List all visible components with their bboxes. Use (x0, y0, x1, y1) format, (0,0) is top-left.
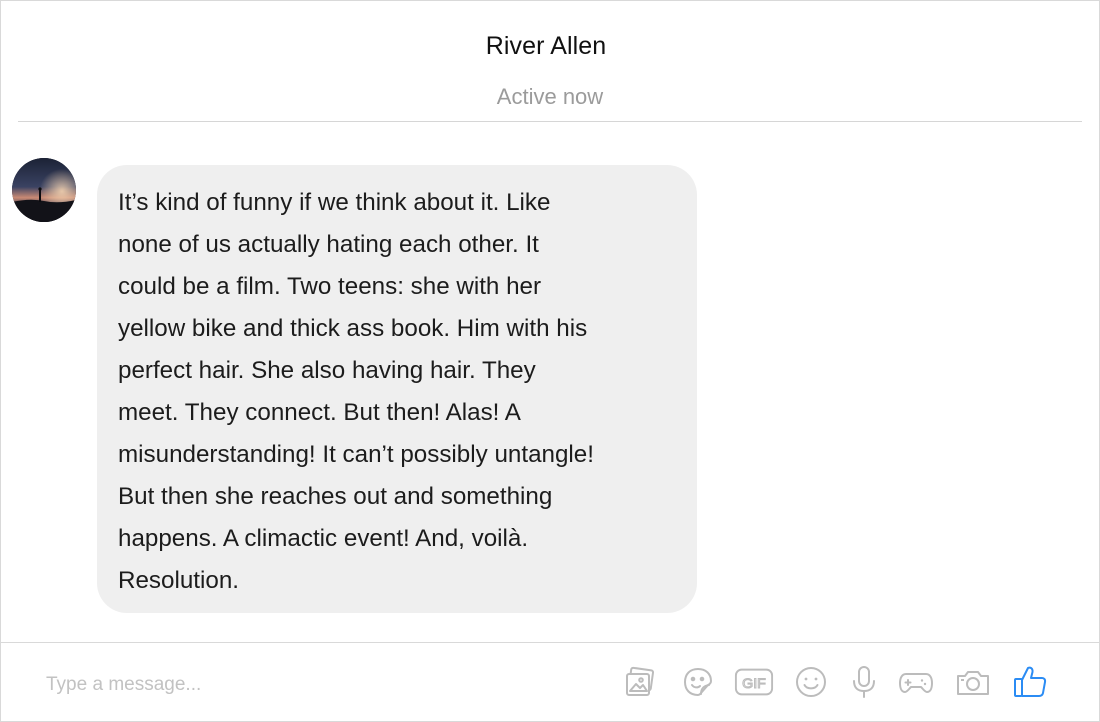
camera-icon (957, 671, 989, 695)
gif-icon: GIF (734, 668, 774, 696)
voice-button[interactable] (844, 662, 884, 702)
emoji-icon (796, 667, 826, 697)
sticker-button[interactable] (678, 662, 718, 702)
camera-button[interactable] (953, 662, 993, 702)
chat-header: River Allen Active now (18, 1, 1082, 122)
chat-window: River Allen Active now It’s kind of funn… (0, 0, 1100, 722)
message-composer: GIF (1, 642, 1099, 722)
microphone-icon (853, 666, 875, 698)
avatar-sunset-silhouette-icon (12, 158, 76, 222)
emoji-button[interactable] (791, 662, 831, 702)
image-icon (626, 666, 655, 696)
contact-avatar[interactable] (12, 158, 76, 222)
image-button[interactable] (620, 662, 660, 702)
thumbs-up-icon (1014, 666, 1047, 697)
message-input[interactable] (46, 670, 446, 700)
sticker-icon (684, 668, 712, 696)
gif-button[interactable]: GIF (734, 662, 774, 702)
games-button[interactable] (896, 662, 936, 702)
message-bubble[interactable]: It’s kind of funny if we think about it.… (97, 165, 697, 613)
contact-name[interactable]: River Allen (18, 32, 1074, 61)
contact-status: Active now (496, 84, 604, 109)
game-controller-icon (899, 673, 933, 693)
like-button[interactable] (1010, 662, 1050, 702)
gif-label: GIF (742, 676, 766, 692)
